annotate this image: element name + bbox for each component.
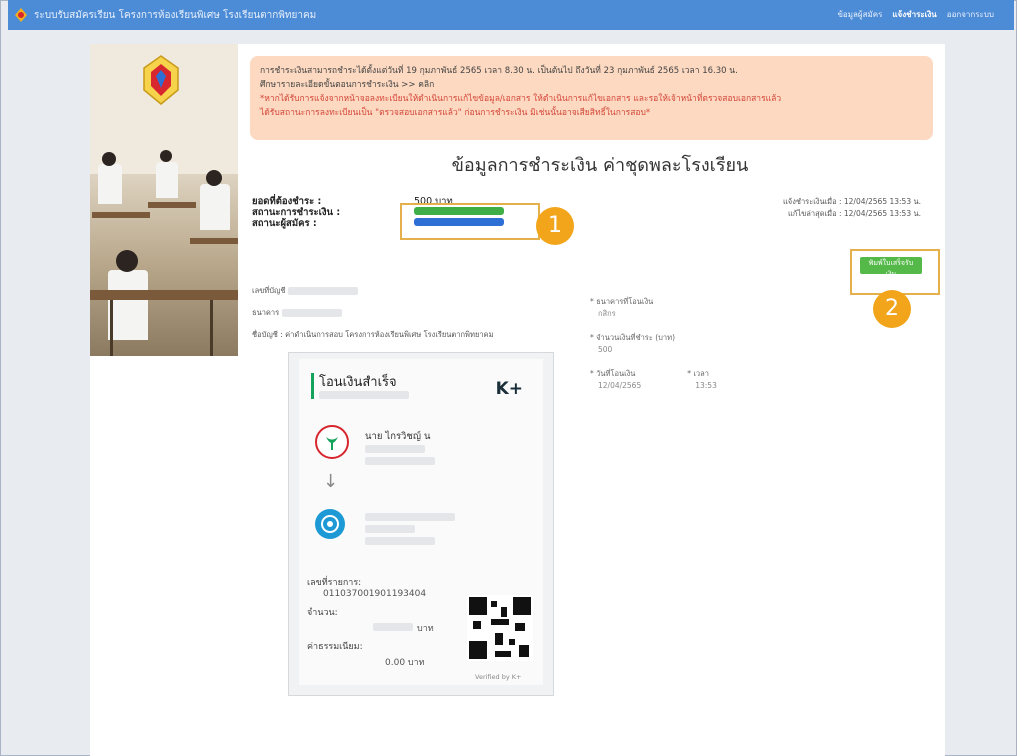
- step-marker-1: 1: [536, 207, 574, 245]
- status-highlight-box: [400, 203, 540, 240]
- form-date-label: * วันที่โอนเงิน: [590, 369, 636, 378]
- payment-notice: การชำระเงินสามารถชำระได้ตั้งแต่วันที่ 19…: [250, 56, 933, 140]
- top-nav: ข้อมูลผู้สมัคร แจ้งชำระเงิน ออกจากระบบ: [837, 8, 994, 21]
- notice-period: การชำระเงินสามารถชำระได้ตั้งแต่วันที่ 19…: [260, 66, 738, 76]
- account-name: ชื่อบัญชี : ค่าดำเนินการสอบ โครงการห้องเ…: [252, 330, 494, 339]
- account-number-label: เลขที่บัญชี: [252, 286, 286, 295]
- step-marker-2: 2: [873, 290, 911, 328]
- form-time-label: * เวลา: [687, 369, 709, 378]
- bank-name-redacted: [281, 309, 342, 317]
- page-title: ข้อมูลการชำระเงิน ค่าชุดพละโรงเรียน: [451, 155, 749, 176]
- main-content: การชำระเงินสามารถชำระได้ตั้งแต่วันที่ 19…: [90, 44, 945, 756]
- payment-status-label: สถานะการชำระเงิน :: [252, 207, 341, 218]
- form-time-value[interactable]: 13:53: [695, 380, 717, 392]
- form-amount-value[interactable]: 500: [598, 344, 717, 356]
- slip-ref-label: เลขที่รายการ:: [307, 578, 362, 588]
- transfer-slip-image: โอนเงินสำเร็จ K+ นาย ไกรวิชญ์ น ↓ เลขที่…: [288, 352, 554, 696]
- payment-dates: แจ้งชำระเงินเมื่อ : 12/04/2565 13:53 น. …: [783, 196, 921, 220]
- slip-amount-label: จำนวน:: [307, 608, 338, 618]
- form-bank-value[interactable]: กสิกร: [598, 308, 717, 320]
- notice-warning-2: ได้รับสถานะการลงทะเบียนเป็น "ตรวจสอบเอกส…: [260, 108, 651, 118]
- slip-success-title: โอนเงินสำเร็จ: [319, 375, 397, 390]
- nav-logout[interactable]: ออกจากระบบ: [947, 8, 994, 21]
- app-title[interactable]: ระบบรับสมัครเรียน โครงการห้องเรียนพิเศษ …: [34, 8, 316, 23]
- top-navbar: ระบบรับสมัครเรียน โครงการห้องเรียนพิเศษ …: [8, 0, 1014, 30]
- classroom-photo: [90, 44, 238, 356]
- slip-ref-value: 011037001901193404: [323, 589, 427, 599]
- bank-label: ธนาคาร: [252, 308, 280, 317]
- sender-name: นาย ไกรวิชญ์ น: [365, 431, 431, 442]
- kplus-logo: K+: [495, 379, 523, 399]
- notice-warning-1: *หากได้รับการแจ้งจากหน้าจอลงทะเบียนให้ดำ…: [260, 94, 782, 104]
- slip-fee-label: ค่าธรรมเนียม:: [307, 642, 363, 652]
- nav-payment[interactable]: แจ้งชำระเงิน: [892, 8, 936, 21]
- notified-date: แจ้งชำระเงินเมื่อ : 12/04/2565 13:53 น.: [782, 197, 921, 206]
- slip-amount-unit: บาท: [417, 624, 434, 634]
- account-info: เลขที่บัญชี ธนาคาร ชื่อบัญชี : ค่าดำเนิน…: [252, 280, 494, 346]
- nav-applicant-info[interactable]: ข้อมูลผู้สมัคร: [837, 8, 882, 21]
- account-number-redacted: [287, 287, 358, 295]
- ktb-bank-icon: [315, 509, 345, 539]
- print-receipt-button[interactable]: พิมพ์ใบเสร็จรับเงิน: [860, 257, 922, 278]
- verified-by-kplus: Verified by K+: [475, 673, 522, 681]
- arrow-down-icon: ↓: [323, 471, 339, 492]
- payment-form: * ธนาคารที่โอนเงิน กสิกร * จำนวนเงินที่ช…: [590, 296, 717, 404]
- form-bank-label: * ธนาคารที่โอนเงิน: [590, 297, 654, 306]
- form-amount-label: * จำนวนเงินที่ชำระ (บาท): [590, 333, 676, 342]
- form-date-value[interactable]: 12/04/2565: [598, 380, 641, 392]
- applicant-status-label: สถานะผู้สมัคร :: [252, 218, 317, 229]
- amount-label: ยอดที่ต้องชำระ :: [252, 196, 322, 207]
- qr-code: [467, 595, 533, 661]
- slip-fee-value: 0.00 บาท: [385, 658, 425, 668]
- school-seal-icon: [143, 55, 179, 105]
- updated-date: แก้ไขล่าสุดเมื่อ : 12/04/2565 13:53 น.: [788, 209, 921, 218]
- school-logo-icon: [15, 8, 27, 22]
- notice-details-link[interactable]: ศึกษารายละเอียดขั้นตอนการชำระเงิน >> คลิ…: [260, 78, 923, 92]
- kbank-icon: [315, 425, 349, 459]
